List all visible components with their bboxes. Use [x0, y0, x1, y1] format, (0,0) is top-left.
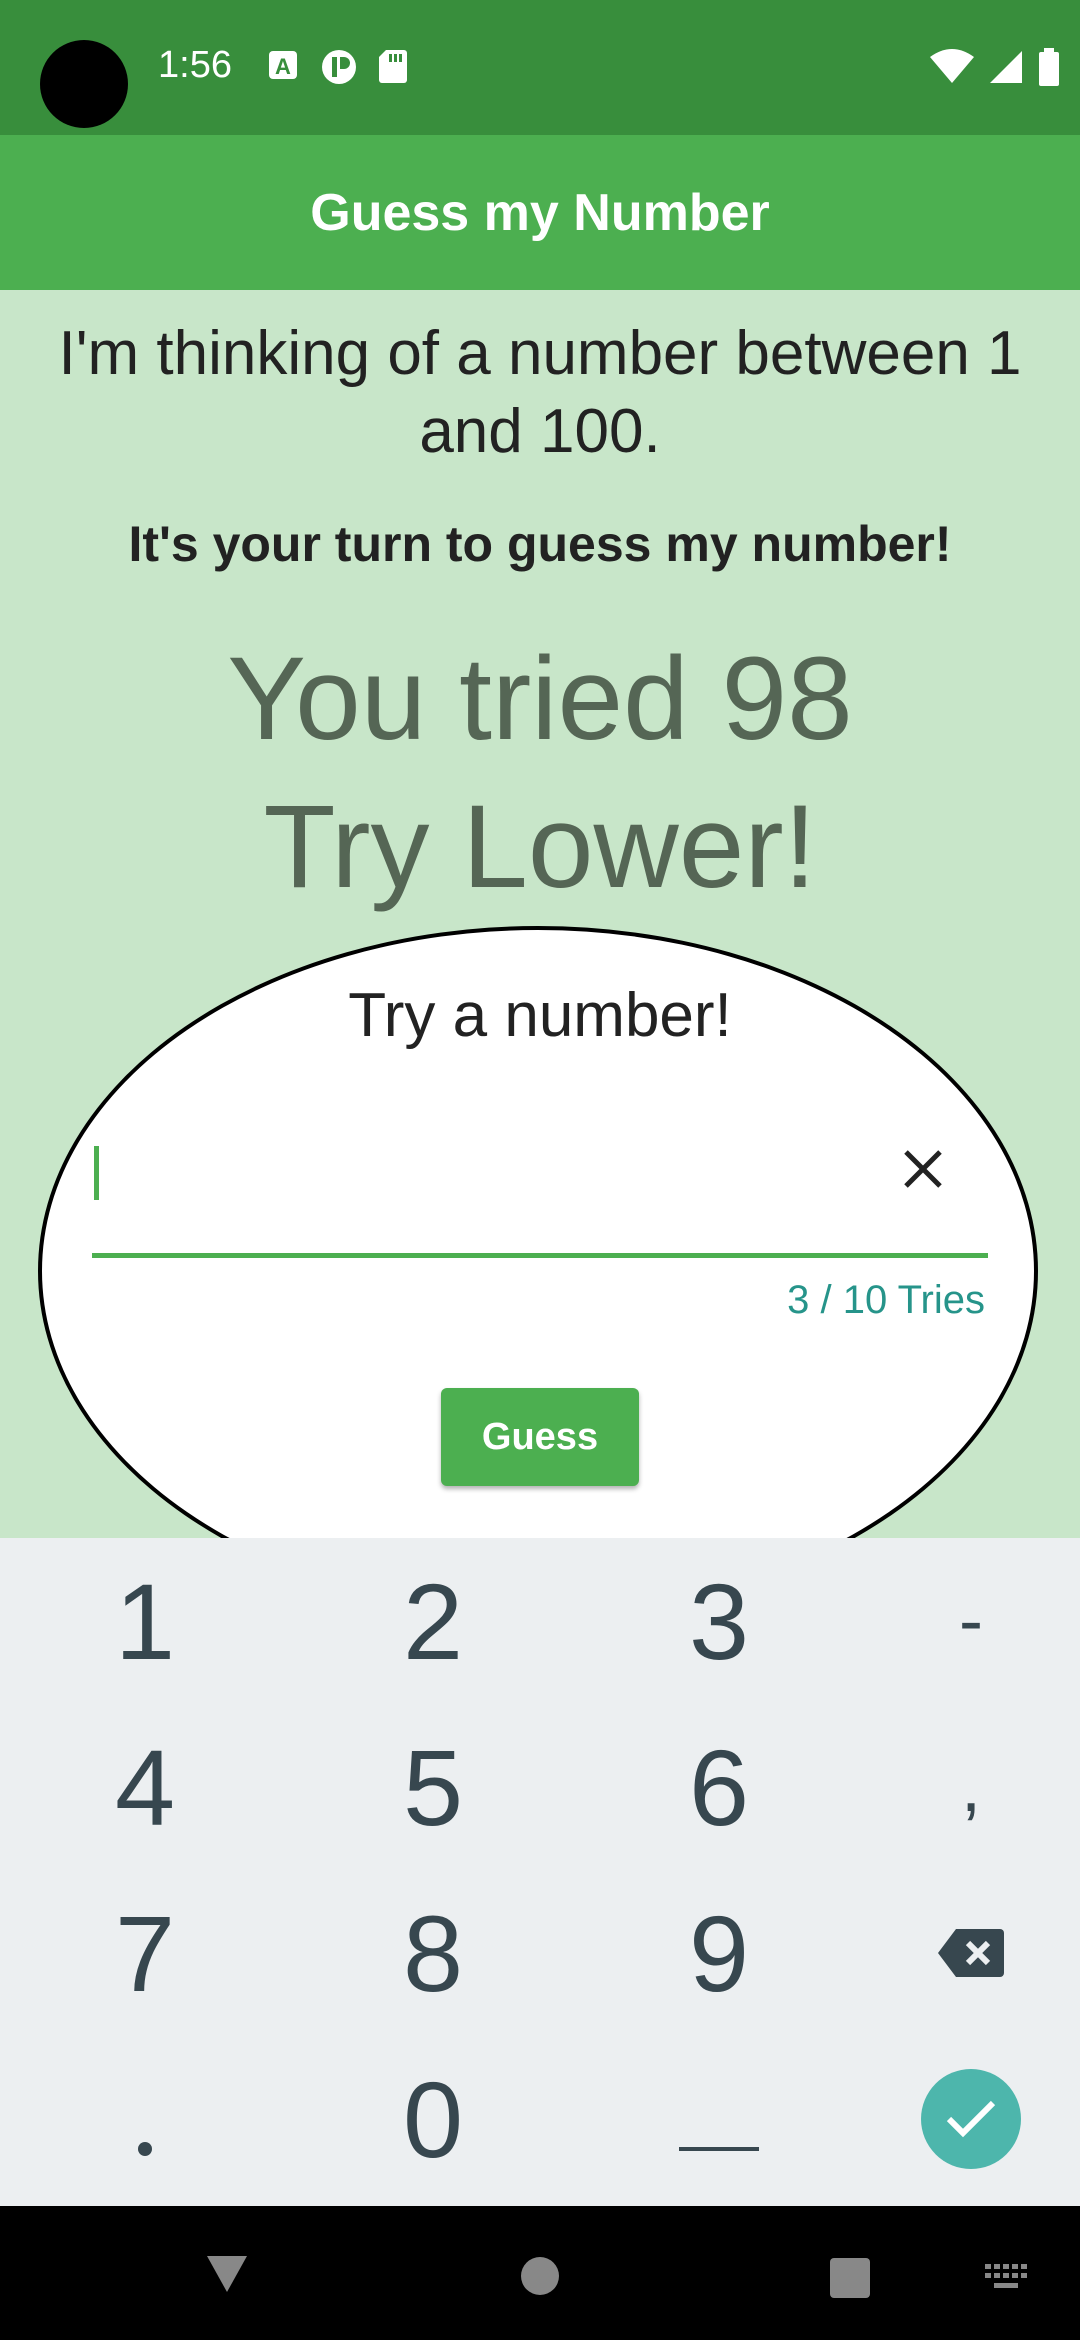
hint-text: Try Lower!: [263, 781, 817, 913]
guess-input[interactable]: [92, 1110, 988, 1258]
key-1[interactable]: 1: [10, 1538, 280, 1704]
recents-icon[interactable]: [830, 2258, 870, 2298]
key-6[interactable]: 6: [584, 1704, 854, 1870]
app-bar: Guess my Number: [0, 135, 1080, 290]
backspace-icon: [938, 1929, 1004, 1977]
turn-prompt: It's your turn to guess my number!: [128, 516, 952, 572]
key-3[interactable]: 3: [584, 1538, 854, 1704]
signal-icon: [990, 51, 1022, 83]
key-minus[interactable]: -: [836, 1538, 1080, 1704]
navigation-bar: [0, 2206, 1080, 2340]
key-comma[interactable]: ,: [836, 1704, 1080, 1870]
key-2[interactable]: 2: [298, 1538, 568, 1704]
key-7[interactable]: 7: [10, 1870, 280, 2036]
space-key[interactable]: [584, 2036, 854, 2202]
enter-button: [921, 2069, 1021, 2169]
period-glyph: [138, 2142, 152, 2156]
wifi-icon: [930, 49, 974, 83]
key-4[interactable]: 4: [10, 1704, 280, 1870]
camera-cutout: [40, 40, 128, 128]
key-9[interactable]: 9: [584, 1870, 854, 2036]
input-underline: [92, 1253, 988, 1258]
guess-button[interactable]: Guess: [441, 1388, 639, 1486]
intro-text: I'm thinking of a number between 1 and 1…: [58, 319, 1022, 466]
home-icon[interactable]: [520, 2256, 560, 2296]
last-guess-text: You tried 98: [227, 633, 853, 765]
enter-key[interactable]: [836, 2036, 1080, 2202]
key-5[interactable]: 5: [298, 1704, 568, 1870]
status-bar: 1:56 A: [0, 0, 1080, 135]
keyboard-switch-icon[interactable]: [985, 2264, 1029, 2292]
chat-notification-icon: [322, 50, 356, 84]
backspace-key[interactable]: [836, 1870, 1080, 2036]
key-8[interactable]: 8: [298, 1870, 568, 2036]
a-notification-icon: A: [269, 51, 297, 79]
app-title: Guess my Number: [310, 183, 770, 242]
numeric-keyboard: 1 2 3 - 4 5 6 , 7 8 9 0: [0, 1538, 1080, 2206]
text-cursor: [94, 1146, 99, 1200]
sd-card-icon: [379, 50, 407, 83]
checkmark-icon: [946, 2100, 996, 2138]
key-0[interactable]: 0: [298, 2036, 568, 2202]
battery-icon: [1039, 48, 1059, 86]
result-text: You tried 98 Try Lower!: [40, 625, 1040, 921]
guess-dialog-title: Try a number!: [348, 981, 732, 1050]
key-period[interactable]: [10, 2036, 280, 2202]
tries-counter: 3 / 10 Tries: [787, 1278, 985, 1322]
back-icon[interactable]: [205, 2254, 249, 2294]
clear-icon[interactable]: [888, 1134, 958, 1204]
space-icon: [679, 2147, 759, 2151]
status-clock: 1:56: [158, 44, 232, 86]
svg-text:A: A: [275, 54, 291, 79]
